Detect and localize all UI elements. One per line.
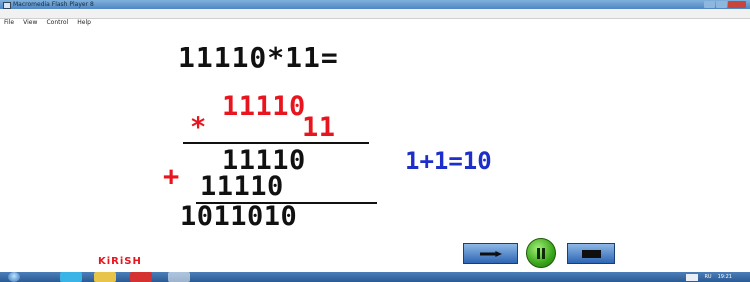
partial-product-2: 11110: [200, 171, 284, 202]
menu-help[interactable]: Help: [77, 18, 91, 27]
carry-note: 1+1=10: [405, 147, 492, 175]
clock[interactable]: 19:21: [718, 272, 732, 282]
pause-button[interactable]: [526, 238, 556, 268]
play-button[interactable]: [463, 243, 518, 264]
multiply-operator: *: [190, 112, 207, 143]
multiplier: 11: [302, 112, 336, 143]
window-controls: [704, 1, 746, 8]
plus-operator: +: [163, 161, 180, 192]
problem-statement: 11110*11=: [178, 41, 339, 74]
stop-button[interactable]: [567, 243, 615, 264]
menu-view[interactable]: View: [23, 18, 37, 27]
maximize-button[interactable]: [716, 1, 727, 8]
window-titlebar: Macromedia Flash Player 8: [0, 0, 750, 9]
taskbar-pdf-icon[interactable]: [130, 272, 152, 282]
brand-label: KiRiSH: [98, 256, 142, 267]
close-button[interactable]: [728, 1, 746, 8]
menu-bar: File View Control Help: [0, 9, 750, 26]
taskbar-app-icon[interactable]: [168, 272, 190, 282]
system-tray: RU 19:21: [686, 272, 732, 282]
start-button[interactable]: [8, 272, 20, 282]
taskbar: RU 19:21: [0, 272, 750, 282]
language-indicator[interactable]: RU: [704, 272, 711, 282]
multiplicand: 11110: [222, 91, 306, 122]
taskbar-browser-icon[interactable]: [60, 272, 82, 282]
rule-top: [183, 142, 369, 144]
taskbar-folder-icon[interactable]: [94, 272, 116, 282]
minimize-button[interactable]: [704, 1, 715, 8]
flag-icon[interactable]: [686, 273, 699, 281]
window-title: Macromedia Flash Player 8: [13, 1, 94, 8]
result: 1011010: [180, 201, 298, 232]
flash-app-icon: [3, 2, 11, 9]
menu-file[interactable]: File: [4, 18, 14, 27]
menu-control[interactable]: Control: [46, 18, 68, 27]
